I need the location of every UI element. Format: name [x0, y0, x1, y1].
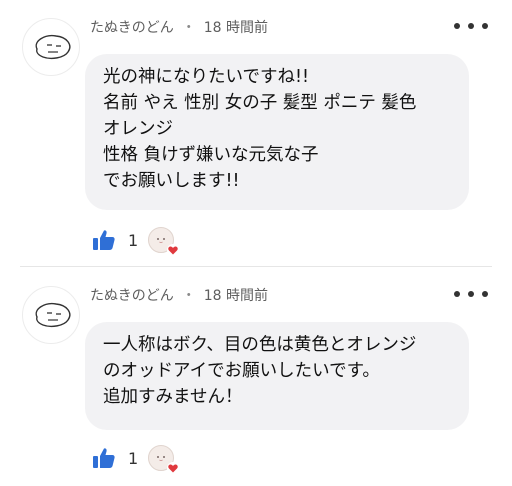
timestamp: 18 時間前	[203, 288, 268, 304]
comment-bubble: 光の神になりたいですね!! 名前 やえ 性別 女の子 髪型 ポニテ 髪色 オレン…	[85, 54, 469, 210]
comment-text-line: でお願いします!!	[103, 171, 240, 191]
like-count: 1	[128, 230, 139, 250]
thumbs-up-icon[interactable]	[92, 228, 116, 252]
reactor-face-icon	[157, 456, 166, 461]
heart-icon	[167, 462, 180, 474]
comment-text-line: オレンジ	[103, 119, 173, 139]
meta-separator: ・	[181, 288, 196, 304]
avatar[interactable]	[22, 286, 80, 344]
comment-text-line: 光の神になりたいですね!!	[103, 67, 310, 87]
author-name[interactable]: たぬきのどん	[90, 20, 174, 36]
comment-meta: たぬきのどん・ 18 時間前	[90, 17, 268, 37]
timestamp: 18 時間前	[203, 20, 268, 36]
comment-text-line: 一人称はボク、目の色は黄色とオレンジ	[103, 335, 417, 355]
doodle-face-icon	[35, 34, 71, 60]
like-count: 1	[128, 448, 139, 468]
comment-bubble: 一人称はボク、目の色は黄色とオレンジ のオッドアイでお願いしたいです。 追加すみ…	[85, 322, 469, 430]
doodle-face-icon	[35, 302, 71, 328]
comment-actions: 1	[92, 226, 180, 256]
reactor-avatar[interactable]	[148, 445, 180, 474]
thumbs-up-icon[interactable]	[92, 446, 116, 470]
more-dots-icon[interactable]	[454, 18, 488, 34]
avatar[interactable]	[22, 18, 80, 76]
comment-text-line: 性格 負けず嫌いな元気な子	[103, 145, 319, 165]
comment: たぬきのどん・ 18 時間前 光の神になりたいですね!! 名前 やえ 性別 女の子…	[0, 0, 512, 266]
comment-text-line: 名前 やえ 性別 女の子 髪型 ポニテ 髪色	[103, 93, 417, 113]
more-dots-icon[interactable]	[454, 286, 488, 302]
comment-text-line: のオッドアイでお願いしたいです。	[103, 361, 380, 381]
comment-divider	[20, 266, 492, 267]
reactor-avatar[interactable]	[148, 227, 180, 256]
reactor-face-icon	[157, 238, 166, 243]
heart-icon	[167, 244, 180, 256]
comment: たぬきのどん・ 18 時間前 一人称はボク、目の色は黄色とオレンジ のオッドアイで…	[0, 268, 512, 486]
comment-meta: たぬきのどん・ 18 時間前	[90, 285, 268, 305]
meta-separator: ・	[181, 20, 196, 36]
author-name[interactable]: たぬきのどん	[90, 288, 174, 304]
comment-text-line: 追加すみません！	[103, 387, 243, 407]
comment-actions: 1	[92, 444, 180, 474]
